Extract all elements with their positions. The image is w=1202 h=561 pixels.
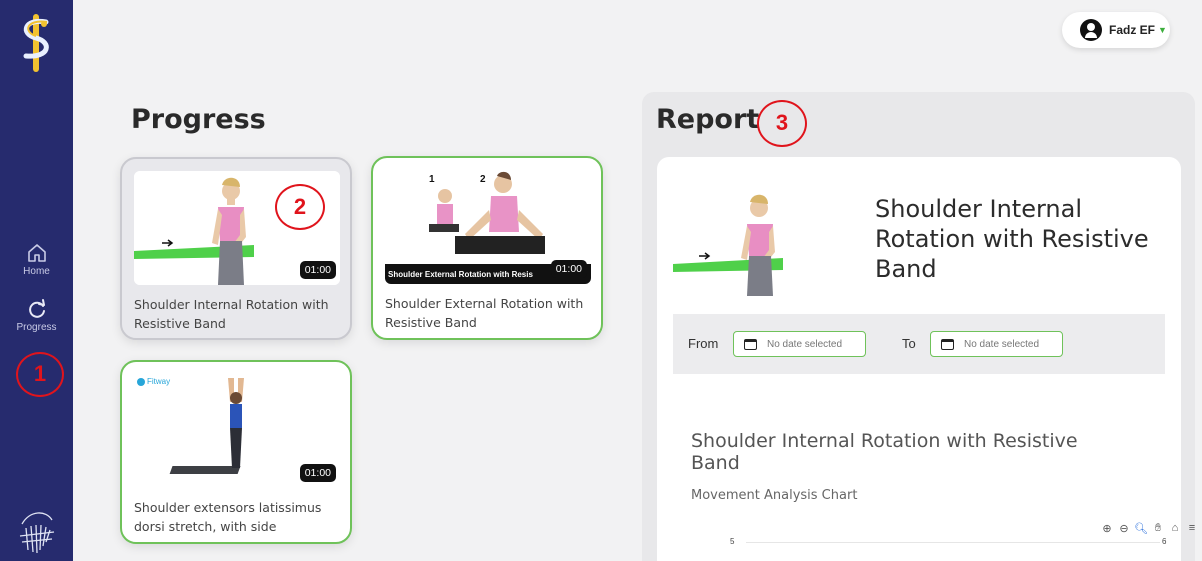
duration-badge: 01:00 — [299, 464, 336, 482]
annotation-marker-3: 3 — [757, 100, 807, 147]
menu-icon[interactable]: ≡ — [1185, 522, 1199, 535]
exercise-thumbnail[interactable]: Fitway 01:00 — [134, 374, 340, 488]
step-label: 1 — [429, 174, 435, 185]
annotation-marker-2: 2 — [275, 184, 325, 230]
zoom-select-icon[interactable]: 🔍︎ — [1134, 522, 1148, 535]
home-icon — [27, 244, 46, 262]
exercise-thumbnail[interactable]: 1 2 Shoulder External Rotation with Resi… — [385, 170, 591, 284]
avatar-icon — [1080, 19, 1102, 41]
axis-tick: 6 — [1162, 537, 1167, 546]
chart-toolbar: ⊕ ⊖ 🔍︎ ✋︎ ⌂ ≡ — [1100, 522, 1199, 535]
progress-icon — [28, 299, 45, 318]
chevron-down-icon: ▼ — [1158, 25, 1167, 35]
card-title: Shoulder Internal Rotation with Resistiv… — [134, 297, 329, 331]
sidebar-item-home[interactable]: Home — [0, 242, 73, 277]
report-exercise-title: Shoulder Internal Rotation with Resistiv… — [875, 195, 1149, 283]
reset-home-icon[interactable]: ⌂ — [1168, 522, 1182, 535]
exercise-image — [673, 190, 863, 296]
report-exercise-thumbnail — [673, 190, 863, 296]
to-label: To — [902, 336, 916, 351]
sidebar-item-progress[interactable]: Progress — [0, 298, 73, 333]
zoom-out-icon[interactable]: ⊖ — [1117, 522, 1131, 535]
exercise-card[interactable]: 01:00 Shoulder Internal Rotation with Re… — [120, 157, 352, 340]
step-label: 2 — [480, 174, 486, 185]
sidebar: Home Progress — [0, 0, 73, 561]
to-date-picker[interactable]: No date selected — [930, 331, 1063, 357]
calendar-icon — [941, 338, 954, 350]
duration-badge: 01:00 — [550, 260, 587, 278]
sidebar-item-label: Progress — [16, 322, 57, 333]
user-menu-button[interactable]: Fadz EF ▼ — [1062, 12, 1170, 48]
chart-title: Shoulder Internal Rotation with Resistiv… — [691, 430, 1078, 474]
progress-heading: Progress — [131, 104, 266, 135]
card-title: Shoulder extensors latissimus dorsi stre… — [134, 500, 322, 534]
from-label: From — [688, 336, 719, 351]
from-date-picker[interactable]: No date selected — [733, 331, 866, 357]
duration-badge: 01:00 — [299, 261, 336, 279]
brand-logo — [19, 512, 55, 554]
axis-tick: 5 — [730, 537, 735, 546]
to-date-placeholder: No date selected — [964, 338, 1040, 350]
exercise-card[interactable]: 1 2 Shoulder External Rotation with Resi… — [371, 156, 603, 340]
video-caption: Shoulder External Rotation with Resis — [388, 270, 533, 279]
card-title: Shoulder External Rotation with Resistiv… — [385, 296, 584, 330]
zoom-in-icon[interactable]: ⊕ — [1100, 522, 1114, 535]
sidebar-item-label: Home — [23, 266, 50, 277]
chart-subtitle: Movement Analysis Chart — [691, 488, 858, 503]
brand-watermark: Fitway — [147, 377, 171, 386]
exercise-card[interactable]: Fitway 01:00 Shoulder extensors latissim… — [120, 360, 352, 544]
app-logo[interactable] — [14, 12, 58, 74]
report-heading: Report — [656, 104, 760, 135]
pan-icon[interactable]: ✋︎ — [1151, 522, 1165, 535]
user-name: Fadz EF — [1109, 23, 1156, 37]
annotation-marker-1: 1 — [16, 352, 64, 397]
from-date-placeholder: No date selected — [767, 338, 843, 350]
calendar-icon — [744, 338, 757, 350]
chart-gridline — [746, 542, 1160, 543]
